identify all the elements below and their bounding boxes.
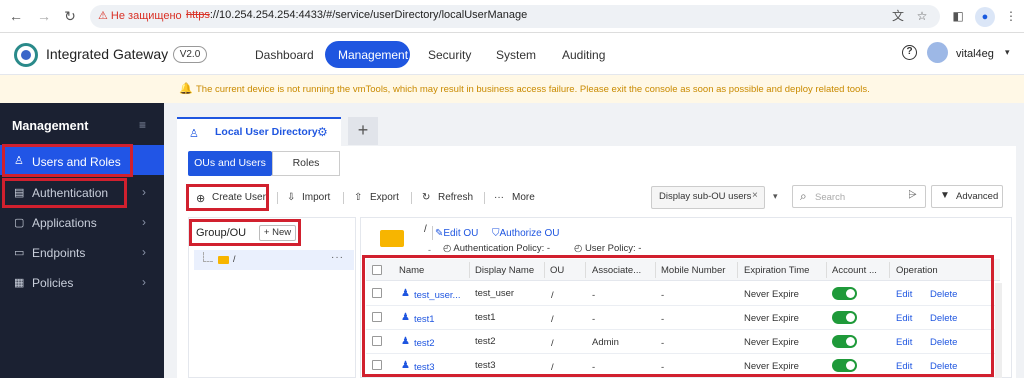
doc-icon: ▤ <box>14 187 25 199</box>
user-policy-text: User Policy: - <box>584 243 642 254</box>
export-icon: ⇧ <box>354 192 363 203</box>
search-icon: ⌕ <box>800 189 807 203</box>
more-icon: ··· <box>494 192 504 203</box>
export-button[interactable]: Export <box>370 192 399 203</box>
url-text: https://10.254.254.254:4433/#/service/us… <box>186 9 527 21</box>
segment-roles[interactable]: Roles <box>272 151 340 176</box>
version-badge: V2.0 <box>173 46 207 63</box>
url-path: ://10.254.254.254:4433/#/service/userDir… <box>209 9 528 21</box>
app-icon: ▢ <box>14 217 25 229</box>
folder-icon <box>380 230 404 247</box>
refresh-button[interactable]: Refresh <box>438 192 473 203</box>
divider <box>432 226 433 240</box>
browser-profile-icon[interactable]: ● <box>975 7 995 27</box>
search-input[interactable] <box>792 185 926 208</box>
collapse-icon[interactable]: ≡ <box>139 118 146 132</box>
close-icon[interactable]: × <box>752 190 758 201</box>
auth-policy: ◴ Authentication Policy: - <box>443 243 551 254</box>
folder-icon <box>218 256 229 264</box>
user-icon: ♙ <box>189 128 199 140</box>
tree-title: Group/OU <box>196 227 247 239</box>
tree-node-label: / <box>233 254 236 264</box>
url-scheme: https <box>186 9 210 21</box>
edit-ou-link[interactable]: ✎Edit OU <box>435 228 478 239</box>
more-icon[interactable]: ··· <box>331 252 344 263</box>
reload-icon[interactable]: ↻ <box>62 8 78 24</box>
policy-icon: ▦ <box>14 277 25 289</box>
search-mode-icon[interactable]: ⩥ <box>908 189 917 202</box>
browser-menu-icon[interactable]: ⋮ <box>1003 8 1019 24</box>
authorize-ou-label: Authorize OU <box>499 228 560 239</box>
advanced-label: Advanced <box>956 191 999 202</box>
nav-dashboard[interactable]: Dashboard <box>255 48 314 62</box>
sidebar-item-endpoints[interactable]: Endpoints <box>32 246 85 260</box>
chevron-right-icon: › <box>142 185 146 199</box>
user-policy: ◴ User Policy: - <box>574 243 642 254</box>
divider <box>484 192 485 204</box>
chevron-right-icon: › <box>142 245 146 259</box>
edit-ou-label: Edit OU <box>443 228 479 239</box>
divider <box>277 192 278 204</box>
username[interactable]: vital4eg <box>956 48 994 60</box>
nav-auditing[interactable]: Auditing <box>562 48 605 62</box>
star-icon[interactable]: ☆ <box>914 8 930 24</box>
sidepanel-icon[interactable]: ◧ <box>950 8 966 24</box>
nav-management[interactable]: Management <box>338 48 408 62</box>
segment-ous-and-users[interactable]: OUs and Users <box>188 151 272 176</box>
highlight-box <box>362 255 994 377</box>
gear-icon[interactable]: ⚙ <box>317 125 328 139</box>
refresh-icon: ↻ <box>422 192 431 203</box>
more-button[interactable]: More <box>512 192 535 203</box>
sidebar-item-applications[interactable]: Applications <box>32 216 97 230</box>
create-user-button[interactable]: Create User <box>212 192 266 203</box>
nav-security[interactable]: Security <box>428 48 471 62</box>
caret-down-icon[interactable]: ▾ <box>1005 47 1010 58</box>
import-button[interactable]: Import <box>302 192 330 203</box>
back-icon[interactable]: ← <box>8 8 24 24</box>
divider <box>411 192 412 204</box>
forward-icon[interactable]: → <box>36 8 52 24</box>
logo-icon <box>14 43 38 67</box>
insecure-warning[interactable]: ⚠ Не защищено <box>98 9 182 22</box>
ou-description: - <box>428 245 431 255</box>
tree-connector <box>203 252 213 262</box>
user-icon: ♙ <box>14 155 24 167</box>
sidebar-item-users-and-roles[interactable]: Users and Roles <box>32 155 121 169</box>
avatar[interactable] <box>927 42 948 63</box>
filter-icon: ▼ <box>940 190 950 201</box>
help-icon[interactable]: ? <box>902 45 917 60</box>
search-placeholder: Search <box>815 192 846 203</box>
add-tab-button[interactable]: + <box>348 117 378 145</box>
insecure-label: Не защищено <box>110 10 182 22</box>
sidebar-title: Management <box>12 119 89 133</box>
bell-icon: 🔔 <box>179 83 193 95</box>
chevron-right-icon: › <box>142 215 146 229</box>
import-icon: ⇩ <box>287 192 296 203</box>
endpoint-icon: ▭ <box>14 247 25 259</box>
auth-policy-text: Authentication Policy: - <box>453 243 551 254</box>
plus-circle-icon: ⊕ <box>196 193 206 205</box>
app-name: Integrated Gateway <box>46 46 169 62</box>
divider <box>343 192 344 204</box>
tab-label: Local User Directory <box>215 126 318 138</box>
nav-system[interactable]: System <box>496 48 536 62</box>
sub-ou-filter-tag: Display sub-OU users <box>659 191 752 202</box>
sidebar-item-policies[interactable]: Policies <box>32 276 73 290</box>
translate-icon[interactable]: 文 <box>890 8 906 24</box>
new-ou-button[interactable]: + New <box>259 225 296 241</box>
authorize-ou-link[interactable]: ⛉Authorize OU <box>492 228 560 239</box>
table-scrollbar[interactable] <box>995 283 1002 378</box>
ou-path: / <box>424 224 427 235</box>
notice-text: The current device is not running the vm… <box>196 84 870 95</box>
chevron-right-icon: › <box>142 275 146 289</box>
caret-down-icon[interactable]: ▾ <box>773 191 778 202</box>
sidebar-item-authentication[interactable]: Authentication <box>32 186 108 200</box>
